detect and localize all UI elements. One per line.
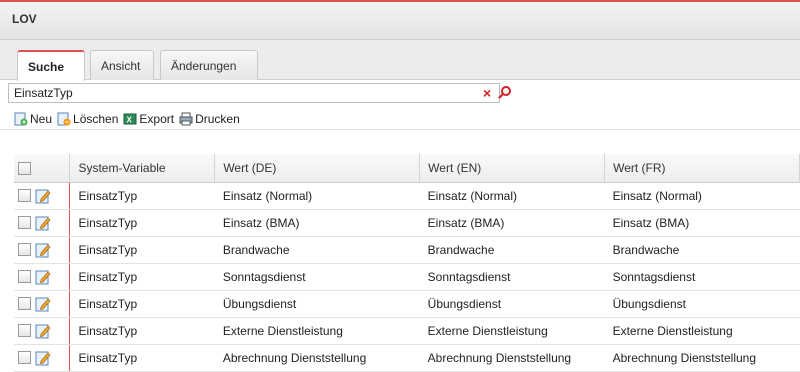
select-all-cell <box>14 154 71 183</box>
new-button-label: Neu <box>30 111 53 126</box>
lov-table: System-Variable Wert (DE) Wert (EN) Wert… <box>14 154 800 372</box>
table-row[interactable]: EinsatzTyp Einsatz (BMA) Einsatz (BMA) Eins… <box>14 209 800 237</box>
row-checkbox[interactable] <box>18 189 31 202</box>
row-select-cell <box>14 209 70 237</box>
cell-wert-en: Einsatz (BMA) <box>419 209 605 237</box>
row-checkbox[interactable] <box>18 351 31 364</box>
edit-icon[interactable] <box>35 323 51 339</box>
search-icon[interactable] <box>498 85 512 99</box>
toolbar: Neu Löschen X Export Drucken <box>0 108 800 130</box>
delete-button-label: Löschen <box>73 111 119 126</box>
row-select-cell <box>14 182 70 210</box>
cell-wert-de: Übungsdienst <box>214 290 420 318</box>
row-select-cell <box>14 344 70 372</box>
cell-wert-fr: Abrechnung Dienststellung <box>604 344 800 372</box>
table-row[interactable]: EinsatzTyp Sonntagsdienst Sonntagsdienst So… <box>14 263 800 291</box>
cell-wert-de: Einsatz (Normal) <box>214 182 420 210</box>
tab-aenderungen[interactable]: Änderungen <box>160 50 258 80</box>
cell-wert-de: Brandwache <box>214 236 420 264</box>
cell-system-variable: EinsatzTyp <box>69 317 215 345</box>
column-header-wert-en[interactable]: Wert (EN) <box>419 154 606 183</box>
column-header-system-variable[interactable]: System-Variable <box>69 154 216 183</box>
edit-icon[interactable] <box>35 188 51 204</box>
cell-wert-en: Externe Dienstleistung <box>419 317 605 345</box>
delete-document-icon <box>57 112 71 125</box>
clear-icon[interactable]: × <box>483 84 495 102</box>
printer-icon <box>179 112 193 125</box>
tab-suche[interactable]: Suche <box>17 50 85 81</box>
cell-wert-en: Brandwache <box>419 236 605 264</box>
select-all-checkbox[interactable] <box>18 161 31 175</box>
cell-wert-de: Einsatz (BMA) <box>214 209 420 237</box>
cell-system-variable: EinsatzTyp <box>69 263 215 291</box>
edit-icon[interactable] <box>35 242 51 258</box>
cell-wert-fr: Einsatz (Normal) <box>604 182 800 210</box>
window-title: LOV <box>12 12 37 26</box>
cell-wert-fr: Externe Dienstleistung <box>604 317 800 345</box>
table-row[interactable]: EinsatzTyp Einsatz (Normal) Einsatz (Norma… <box>14 182 800 210</box>
lov-window: LOV Suche Ansicht Änderungen × Neu <box>0 0 800 372</box>
cell-wert-en: Übungsdienst <box>419 290 605 318</box>
cell-system-variable: EinsatzTyp <box>69 182 215 210</box>
cell-system-variable: EinsatzTyp <box>69 209 215 237</box>
svg-text:X: X <box>127 115 133 124</box>
cell-wert-en: Einsatz (Normal) <box>419 182 605 210</box>
cell-system-variable: EinsatzTyp <box>69 236 215 264</box>
row-select-cell <box>14 290 70 318</box>
export-button[interactable]: X Export <box>123 112 177 126</box>
table-row[interactable]: EinsatzTyp Brandwache Brandwache Brandwache <box>14 236 800 264</box>
new-document-icon <box>14 112 28 125</box>
tab-ansicht[interactable]: Ansicht <box>90 50 154 80</box>
cell-wert-de: Externe Dienstleistung <box>214 317 420 345</box>
column-header-wert-fr[interactable]: Wert (FR) <box>604 154 800 183</box>
edit-icon[interactable] <box>35 215 51 231</box>
table-row[interactable]: EinsatzTyp Abrechnung Dienststellung Abrec… <box>14 344 800 372</box>
cell-wert-fr: Übungsdienst <box>604 290 800 318</box>
cell-wert-fr: Brandwache <box>604 236 800 264</box>
cell-wert-en: Abrechnung Dienststellung <box>419 344 605 372</box>
cell-system-variable: EinsatzTyp <box>69 290 215 318</box>
edit-icon[interactable] <box>35 350 51 366</box>
row-checkbox[interactable] <box>18 216 31 229</box>
print-button[interactable]: Drucken <box>179 112 243 126</box>
search-input[interactable] <box>8 83 500 103</box>
row-select-cell <box>14 317 70 345</box>
cell-wert-en: Sonntagsdienst <box>419 263 605 291</box>
search-row: × <box>0 80 800 106</box>
table-header-row: System-Variable Wert (DE) Wert (EN) Wert… <box>14 154 800 183</box>
new-button[interactable]: Neu <box>14 112 55 126</box>
table-row[interactable]: EinsatzTyp Externe Dienstleistung Externe … <box>14 317 800 345</box>
row-checkbox[interactable] <box>18 297 31 310</box>
row-checkbox[interactable] <box>18 324 31 337</box>
tab-bar: Suche Ansicht Änderungen <box>0 40 800 81</box>
cell-wert-fr: Sonntagsdienst <box>604 263 800 291</box>
cell-wert-fr: Einsatz (BMA) <box>604 209 800 237</box>
table-row[interactable]: EinsatzTyp Übungsdienst Übungsdienst Übungs… <box>14 290 800 318</box>
cell-wert-de: Sonntagsdienst <box>214 263 420 291</box>
edit-icon[interactable] <box>35 269 51 285</box>
row-checkbox[interactable] <box>18 243 31 256</box>
row-checkbox[interactable] <box>18 270 31 283</box>
cell-system-variable: EinsatzTyp <box>69 344 215 372</box>
excel-export-icon: X <box>123 113 137 124</box>
cell-wert-de: Abrechnung Dienststellung <box>214 344 420 372</box>
export-button-label: Export <box>139 111 175 126</box>
window-titlebar: LOV <box>0 2 800 40</box>
column-header-wert-de[interactable]: Wert (DE) <box>214 154 421 183</box>
row-select-cell <box>14 263 70 291</box>
row-select-cell <box>14 236 70 264</box>
edit-icon[interactable] <box>35 296 51 312</box>
delete-button[interactable]: Löschen <box>57 112 121 126</box>
print-button-label: Drucken <box>195 111 240 126</box>
